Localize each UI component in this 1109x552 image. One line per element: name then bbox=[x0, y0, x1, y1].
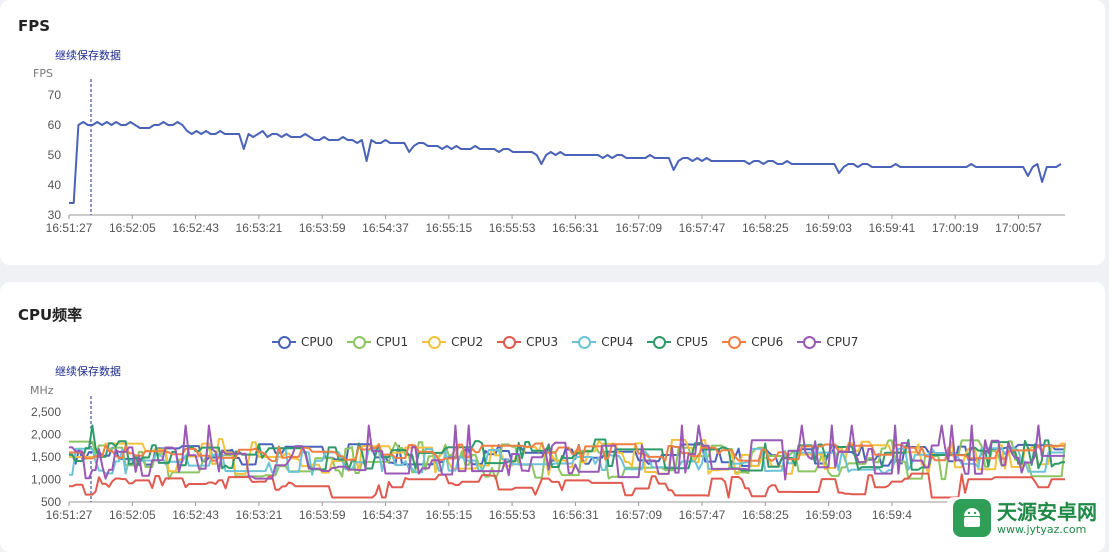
x-tick-label: 16:55:15 bbox=[425, 221, 472, 235]
x-tick-label: 16:54:37 bbox=[362, 508, 409, 522]
x-tick-label: 16:59:03 bbox=[805, 508, 852, 522]
fps-panel: FPS 继续保存数据 FPS 30 40 50 60 70 16:51:27 16:52:0… bbox=[0, 0, 1105, 265]
fps-series-line bbox=[69, 121, 1062, 204]
y-tick-label: 40 bbox=[48, 178, 62, 192]
x-tick-label: 16:52:05 bbox=[109, 508, 156, 522]
x-tick-label: 16:56:31 bbox=[552, 508, 599, 522]
y-tick-label: 1,500 bbox=[31, 450, 61, 464]
x-tick-label: 16:59:4 bbox=[872, 508, 912, 522]
cpu-frequency-chart[interactable]: 500 1,000 1,500 2,000 2,500 16:51:27 16:52:05 1… bbox=[0, 282, 1105, 552]
x-tick-label: 17:00:19 bbox=[932, 221, 979, 235]
watermark-name: 天源安卓网 bbox=[997, 499, 1097, 524]
x-tick-label: 16:51:27 bbox=[46, 508, 93, 522]
x-tick-label: 16:53:21 bbox=[236, 221, 283, 235]
x-tick-label: 16:59:41 bbox=[869, 221, 916, 235]
y-tick-label: 70 bbox=[48, 88, 62, 102]
fps-chart[interactable]: 30 40 50 60 70 16:51:27 16:52:05 16:52:43 16:53:… bbox=[0, 0, 1105, 265]
y-tick-label: 500 bbox=[41, 495, 61, 509]
x-tick-label: 16:59:03 bbox=[805, 221, 852, 235]
x-tick-label: 16:55:53 bbox=[489, 221, 536, 235]
x-tick-label: 17:00:57 bbox=[995, 221, 1042, 235]
x-tick-label: 16:57:47 bbox=[679, 508, 726, 522]
x-tick-label: 16:53:21 bbox=[236, 508, 283, 522]
x-tick-label: 16:53:59 bbox=[299, 508, 346, 522]
x-tick-label: 16:51:27 bbox=[46, 221, 93, 235]
y-tick-label: 30 bbox=[48, 208, 62, 222]
x-tick-label: 16:55:53 bbox=[489, 508, 536, 522]
watermark-url: www.jytyaz.com bbox=[997, 522, 1087, 536]
android-logo-icon bbox=[953, 499, 991, 537]
x-tick-label: 16:57:47 bbox=[679, 221, 726, 235]
x-tick-label: 16:52:05 bbox=[109, 221, 156, 235]
x-tick-label: 16:54:37 bbox=[362, 221, 409, 235]
x-tick-label: 16:52:43 bbox=[172, 221, 219, 235]
x-tick-label: 16:58:25 bbox=[742, 221, 789, 235]
x-tick-label: 16:55:15 bbox=[425, 508, 472, 522]
y-tick-label: 60 bbox=[48, 118, 62, 132]
x-tick-label: 16:58:25 bbox=[742, 508, 789, 522]
site-watermark: 天源安卓网 www.jytyaz.com bbox=[947, 497, 1103, 539]
y-tick-label: 50 bbox=[48, 148, 62, 162]
x-tick-label: 16:56:31 bbox=[552, 221, 599, 235]
x-tick-label: 16:57:09 bbox=[615, 221, 662, 235]
y-tick-label: 1,000 bbox=[31, 473, 61, 487]
x-tick-label: 16:57:09 bbox=[615, 508, 662, 522]
x-tick-label: 16:52:43 bbox=[172, 508, 219, 522]
cpu-frequency-panel: CPU频率 CPU0 CPU1 CPU2 CPU3 CPU4 CPU5 CPU6… bbox=[0, 282, 1105, 552]
cpu-series-line-cpu3 bbox=[69, 472, 1065, 499]
y-tick-label: 2,000 bbox=[31, 428, 61, 442]
y-tick-label: 2,500 bbox=[31, 405, 61, 419]
x-tick-label: 16:53:59 bbox=[299, 221, 346, 235]
